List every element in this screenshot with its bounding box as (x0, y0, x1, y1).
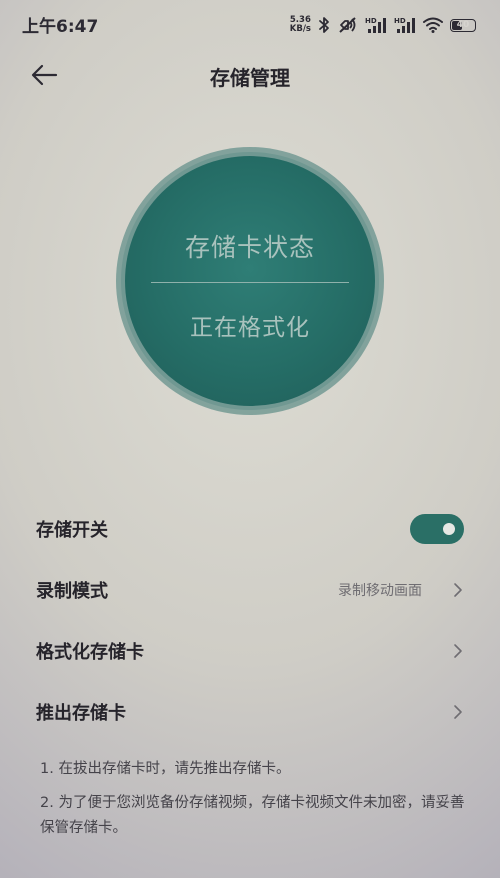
signal-hd-icon: HD (394, 17, 415, 33)
network-speed: 5.36 KB/s (290, 16, 311, 34)
wifi-icon (423, 17, 443, 33)
toggle-knob (443, 522, 455, 535)
format-card-label: 格式化存储卡 (36, 641, 144, 663)
svg-text:HD: HD (365, 17, 377, 25)
status-time: 上午6:47 (22, 17, 99, 37)
settings-list: 存储开关 录制模式 录制移动画面 格式化存储卡 推出存储卡 (0, 498, 500, 742)
status-icons: 5.36 KB/s HD HD 40 (290, 14, 476, 36)
circle-divider (151, 282, 349, 283)
signal-hd-icon: HD (365, 17, 386, 33)
note-item: 2. 为了便于您浏览备份存储视频，存储卡视频文件未加密，请妥善保管存储卡。 (40, 795, 465, 836)
record-mode-value: 录制移动画面 (338, 582, 422, 599)
status-bar: 上午6:47 5.36 KB/s HD HD 40 (0, 0, 500, 48)
storage-switch-toggle[interactable] (410, 513, 464, 544)
storage-switch-label: 存储开关 (36, 519, 108, 541)
chevron-right-icon (454, 582, 462, 597)
network-speed-unit: KB/s (289, 24, 311, 34)
header: 存储管理 (0, 50, 500, 100)
notes: 1. 在拔出存储卡时，请先推出存储卡。 2. 为了便于您浏览备份存储视频，存储卡… (40, 757, 465, 850)
storage-status-text: 正在格式化 (190, 315, 310, 341)
svg-text:HD: HD (394, 17, 406, 25)
storage-status-title: 存储卡状态 (184, 233, 315, 262)
battery-level: 40 (456, 20, 470, 30)
record-mode-label: 录制模式 (36, 580, 108, 602)
bluetooth-icon (319, 17, 329, 33)
eject-card-row[interactable]: 推出存储卡 (0, 681, 500, 742)
chevron-right-icon (454, 704, 462, 719)
note-item: 1. 在拔出存储卡时，请先推出存储卡。 (40, 761, 291, 777)
eject-card-label: 推出存储卡 (36, 702, 126, 724)
mute-icon (339, 17, 356, 33)
format-card-row[interactable]: 格式化存储卡 (0, 620, 500, 681)
battery-icon: 40 (450, 18, 476, 32)
chevron-right-icon (454, 643, 462, 658)
storage-status-circle: 存储卡状态 正在格式化 (125, 156, 375, 406)
record-mode-row[interactable]: 录制模式 录制移动画面 (0, 559, 500, 620)
page-title: 存储管理 (210, 66, 290, 90)
storage-switch-row: 存储开关 (0, 498, 500, 559)
